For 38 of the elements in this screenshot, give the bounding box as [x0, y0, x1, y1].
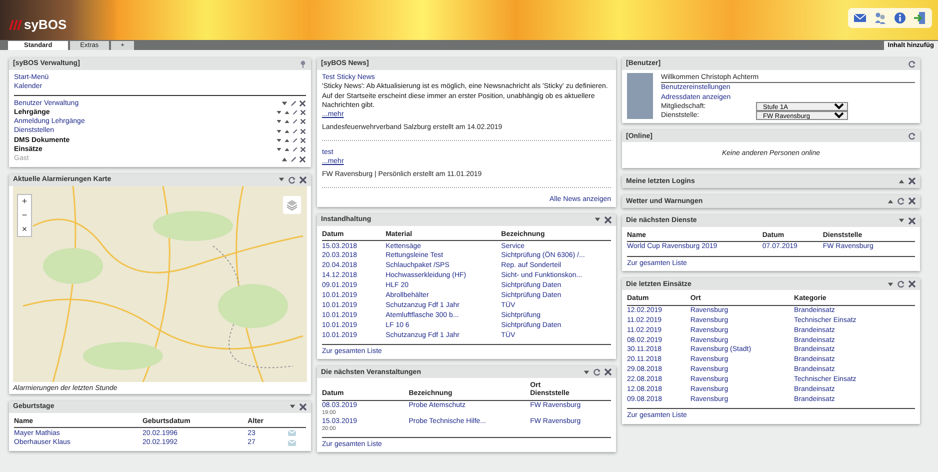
close-icon[interactable]: [908, 280, 916, 288]
close-icon[interactable]: [604, 216, 612, 224]
info-icon[interactable]: [893, 11, 907, 25]
delete-icon[interactable]: [300, 109, 306, 116]
refresh-icon[interactable]: [908, 60, 916, 68]
close-icon[interactable]: [299, 176, 307, 184]
refresh-icon[interactable]: [593, 368, 601, 376]
collapse-icon[interactable]: [898, 217, 905, 224]
close-icon[interactable]: [908, 216, 916, 225]
close-icon[interactable]: [908, 177, 916, 186]
collapse-icon[interactable]: [887, 280, 894, 288]
collapse-icon[interactable]: [289, 403, 296, 410]
delete-icon[interactable]: [300, 136, 306, 144]
mail-icon[interactable]: [853, 11, 867, 25]
exit-icon[interactable]: [913, 11, 927, 25]
logo-text: syBOS: [24, 18, 67, 32]
logo-icon: [8, 20, 22, 30]
refresh-icon[interactable]: [897, 197, 905, 206]
expand-icon[interactable]: [898, 178, 905, 185]
collapse-icon[interactable]: [583, 368, 590, 376]
delete-icon[interactable]: [299, 100, 306, 107]
close-icon[interactable]: [604, 368, 612, 376]
collapse-icon[interactable]: [278, 176, 285, 184]
refresh-icon[interactable]: [908, 132, 916, 140]
delete-icon[interactable]: [300, 118, 306, 126]
expand-icon[interactable]: [887, 198, 894, 205]
close-icon[interactable]: [908, 197, 916, 206]
pin-icon[interactable]: [299, 60, 307, 68]
collapse-icon[interactable]: [594, 216, 601, 224]
refresh-icon[interactable]: [288, 176, 296, 184]
layers-icon[interactable]: [285, 198, 299, 212]
people-icon[interactable]: [873, 11, 887, 25]
photo-placeholder: [627, 73, 653, 119]
refresh-icon[interactable]: [897, 280, 905, 288]
delete-icon[interactable]: [300, 146, 306, 154]
delete-icon[interactable]: [299, 156, 306, 163]
delete-icon[interactable]: [300, 128, 306, 135]
close-icon[interactable]: [299, 402, 307, 411]
